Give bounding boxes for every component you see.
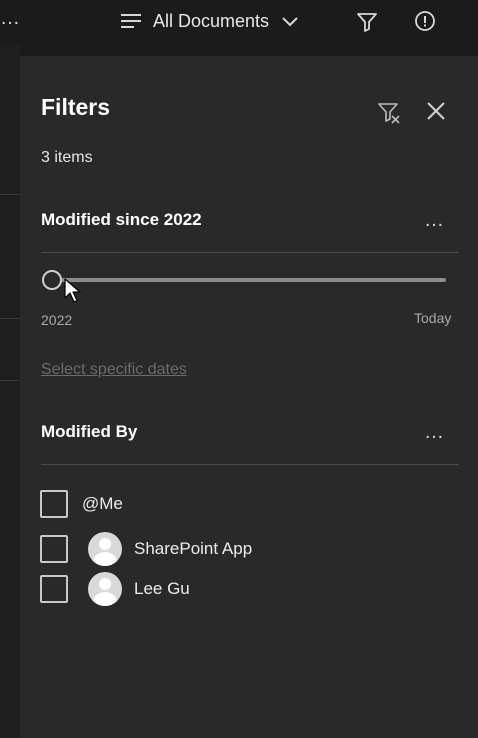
command-bar: … All Documents [0,0,478,44]
list-divider [0,380,20,381]
option-me[interactable]: @Me [40,489,123,519]
filters-panel: Filters 3 items Modified since 2022 … 20… [20,56,478,738]
clear-filters-button[interactable] [375,98,403,126]
list-view-icon [121,14,141,28]
mouse-pointer-icon [64,278,81,303]
list-divider [0,194,20,195]
item-count: 3 items [41,149,93,166]
modified-by-more-button[interactable]: … [424,422,445,442]
info-icon [415,11,435,31]
option-sharepoint-app[interactable]: SharePoint App [40,532,253,566]
select-specific-dates-link[interactable]: Select specific dates [41,361,187,379]
modified-section-title: Modified since 2022 [41,210,202,229]
clear-filter-icon [378,103,400,124]
filter-icon [357,13,377,32]
section-divider [41,464,459,465]
view-name: All Documents [153,10,270,31]
slider-max-label: Today [414,310,452,326]
modified-more-button[interactable]: … [424,210,445,230]
close-button[interactable] [425,100,447,122]
document-list-edge [0,44,20,738]
person-icon [99,538,111,550]
list-divider [0,318,20,319]
info-button[interactable] [413,9,437,33]
option-label: @Me [82,494,123,513]
filter-button[interactable] [355,10,379,34]
avatar [88,532,122,566]
close-icon [427,102,445,120]
view-switcher-button[interactable]: All Documents [121,9,299,33]
checkbox[interactable] [40,575,68,603]
panel-title: Filters [41,94,111,120]
option-label: Lee Gu [134,579,190,598]
avatar [88,572,122,606]
person-icon [99,578,111,590]
modified-by-section-title: Modified By [41,422,138,441]
date-slider-track[interactable] [54,278,446,282]
date-slider-thumb[interactable] [42,270,62,290]
chevron-down-icon [282,17,298,27]
section-divider [41,252,459,253]
checkbox[interactable] [40,490,68,518]
option-lee-gu[interactable]: Lee Gu [40,572,190,606]
slider-min-label: 2022 [41,312,73,328]
checkbox[interactable] [40,535,68,563]
option-label: SharePoint App [134,539,253,558]
more-options-button[interactable]: … [0,8,20,28]
